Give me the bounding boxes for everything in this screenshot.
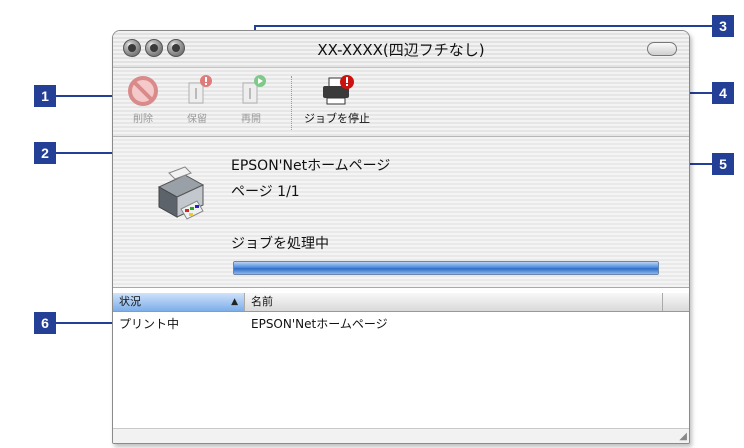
- row-status: プリント中: [119, 317, 180, 331]
- queue-table-header: 状況 ▲ 名前: [113, 293, 689, 312]
- document-alert-icon: [188, 75, 212, 104]
- document-name: EPSON'Netホームページ: [231, 158, 391, 174]
- page-info: ページ 1/1: [231, 184, 300, 200]
- callout-1: 1: [34, 85, 56, 107]
- print-queue-window: XX-XXXX(四辺フチなし) 削除 保留 再開 ジョブを停止 EPSON'Ne…: [112, 30, 690, 444]
- stop-jobs-label: ジョブを停止: [304, 112, 370, 125]
- delete-button[interactable]: 削除: [119, 74, 167, 134]
- toolbar: 削除 保留 再開 ジョブを停止: [113, 68, 689, 137]
- column-header-name-label: 名前: [251, 295, 273, 308]
- toolbar-toggle-button[interactable]: [647, 42, 677, 56]
- callout-3: 3: [712, 15, 734, 37]
- window-title: XX-XXXX(四辺フチなし): [317, 41, 485, 59]
- stop-jobs-button[interactable]: ジョブを停止: [299, 74, 375, 134]
- progress-bar: [233, 261, 659, 275]
- resize-grip-icon[interactable]: ◢: [679, 431, 687, 442]
- row-name: EPSON'Netホームページ: [251, 317, 388, 331]
- resume-button[interactable]: 再開: [227, 74, 275, 134]
- callout-6: 6: [34, 312, 56, 334]
- processing-status: ジョブを処理中: [231, 236, 329, 252]
- sort-arrow-icon: ▲: [231, 297, 238, 307]
- document-play-icon: [242, 75, 266, 104]
- printer-alert-icon: [323, 75, 354, 105]
- callout-2: 2: [34, 142, 56, 164]
- status-bar: ◢: [113, 428, 689, 443]
- table-row[interactable]: プリント中 EPSON'Netホームページ: [113, 313, 689, 331]
- hold-button[interactable]: 保留: [173, 74, 221, 134]
- column-header-name[interactable]: 名前: [245, 293, 663, 311]
- callout-4: 4: [712, 82, 734, 104]
- toolbar-separator: [291, 76, 292, 130]
- progress-fill: [234, 262, 658, 274]
- prohibit-icon: [128, 76, 158, 106]
- hold-label: 保留: [187, 114, 207, 125]
- printer-icon: [157, 166, 205, 220]
- column-header-status-label: 状況: [119, 295, 141, 308]
- callout-5: 5: [712, 153, 734, 175]
- job-status-area: EPSON'Netホームページ ページ 1/1 ジョブを処理中: [113, 137, 689, 288]
- callout-line-3: [254, 25, 714, 27]
- title-bar[interactable]: XX-XXXX(四辺フチなし): [113, 31, 689, 68]
- resume-label: 再開: [241, 114, 261, 125]
- delete-label: 削除: [133, 114, 153, 125]
- callout-line-6: [56, 322, 114, 324]
- column-header-status[interactable]: 状況 ▲: [113, 293, 245, 311]
